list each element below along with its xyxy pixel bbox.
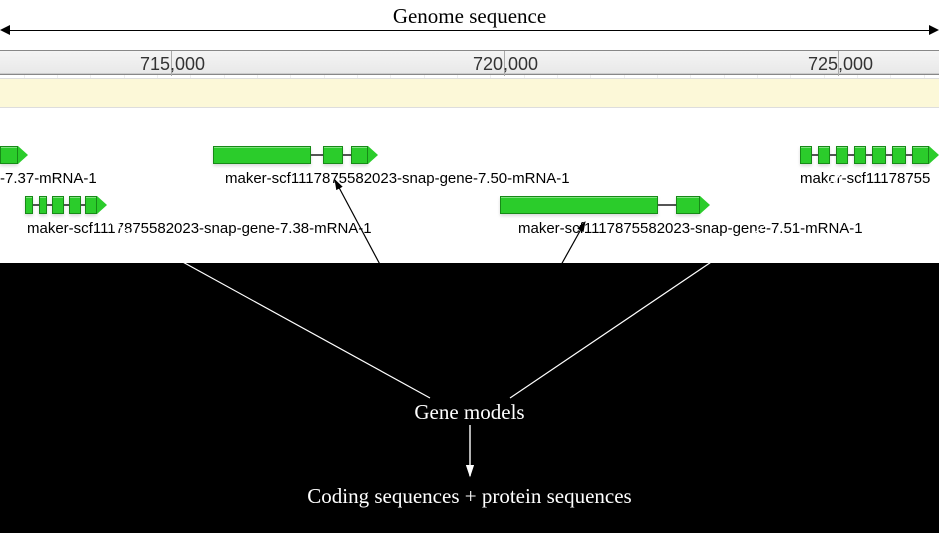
- gene-glyph-7-38[interactable]: [25, 196, 107, 214]
- gene-label: -7.37-mRNA-1: [0, 170, 97, 187]
- gene-glyph-7-37[interactable]: [0, 146, 30, 164]
- gene-glyph-7-51[interactable]: [500, 196, 710, 214]
- gene-label-part: maker-scf11: [27, 220, 107, 237]
- genomic-ruler[interactable]: 715,000 720,000 725,000: [0, 50, 939, 75]
- ruler-tick-label: 715,000: [140, 54, 205, 75]
- label-coding-sequences: Coding sequences + protein sequences: [0, 484, 939, 509]
- reference-sequence-band[interactable]: [0, 78, 939, 108]
- gene-label: maker-scf1117875582023-snap-gene-7.50-mR…: [225, 170, 570, 187]
- label-gene-models: Gene models: [0, 400, 939, 425]
- gene-track-area[interactable]: -7.37-mRNA-1 maker-scf1117875582023-snap…: [0, 108, 939, 263]
- gene-glyph-right-partial[interactable]: [800, 146, 939, 164]
- genome-browser-panel: Genome sequence 715,000 720,000 725,000 …: [0, 0, 939, 263]
- ruler-tick-label: 725,000: [808, 54, 873, 75]
- title-genome-sequence: Genome sequence: [0, 4, 939, 29]
- gene-label: maker-scf1117875582023-snap-gene-7.38-mR…: [27, 220, 372, 237]
- gene-label: maker-scf11178755: [800, 170, 930, 187]
- gene-label: maker-scf1117875582023-snap-gene-7.51-mR…: [518, 220, 863, 237]
- gene-glyph-7-50[interactable]: [213, 146, 378, 164]
- double-arrow-icon: [8, 30, 931, 31]
- ruler-tick-label: 720,000: [473, 54, 538, 75]
